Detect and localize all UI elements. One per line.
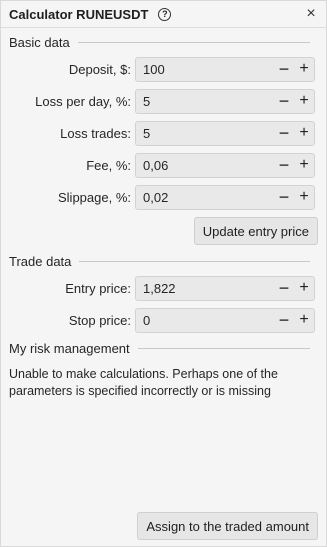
divider	[79, 260, 310, 262]
minus-icon[interactable]: −	[274, 186, 294, 209]
minus-icon[interactable]: −	[274, 90, 294, 113]
loss-trades-input[interactable]: 5	[136, 126, 274, 141]
section-title: Trade data	[9, 253, 72, 269]
section-title: Basic data	[9, 34, 70, 50]
field-label: Loss per day, %:	[35, 93, 131, 109]
entry-price-stepper[interactable]: 1,822 − +	[135, 275, 315, 301]
assign-button-row: Assign to the traded amount	[137, 512, 318, 540]
plus-icon[interactable]: +	[294, 186, 314, 209]
field-row-fee: Fee, %: 0,06 − +	[1, 149, 326, 181]
fee-input[interactable]: 0,06	[136, 158, 274, 173]
divider	[77, 41, 310, 43]
calculator-panel: Calculator RUNEUSDT ? × Basic data Depos…	[0, 0, 327, 547]
field-label: Slippage, %:	[58, 189, 131, 205]
section-risk-management: My risk management	[1, 337, 326, 359]
minus-icon[interactable]: −	[274, 58, 294, 81]
minus-icon[interactable]: −	[274, 309, 294, 332]
minus-icon[interactable]: −	[274, 277, 294, 300]
panel-title: Calculator RUNEUSDT	[9, 6, 149, 22]
divider	[137, 347, 310, 349]
close-icon[interactable]: ×	[304, 5, 318, 23]
update-button-row: Update entry price	[1, 217, 326, 246]
section-title: My risk management	[9, 340, 130, 356]
update-entry-price-button[interactable]: Update entry price	[193, 217, 318, 245]
slippage-input[interactable]: 0,02	[136, 190, 274, 205]
deposit-stepper[interactable]: 100 − +	[135, 56, 315, 82]
plus-icon[interactable]: +	[294, 58, 314, 81]
field-label: Deposit, $:	[68, 61, 131, 77]
field-label: Entry price:	[65, 280, 131, 296]
error-message: Unable to make calculations. Perhaps one…	[9, 367, 278, 398]
loss-trades-stepper[interactable]: 5 − +	[135, 120, 315, 146]
plus-icon[interactable]: +	[294, 309, 314, 332]
section-trade-data: Trade data	[1, 250, 326, 272]
loss-per-day-stepper[interactable]: 5 − +	[135, 88, 315, 114]
field-row-slippage: Slippage, %: 0,02 − +	[1, 181, 326, 213]
fee-stepper[interactable]: 0,06 − +	[135, 152, 315, 178]
field-label: Loss trades:	[60, 125, 131, 141]
slippage-stepper[interactable]: 0,02 − +	[135, 184, 315, 210]
field-row-deposit: Deposit, $: 100 − +	[1, 53, 326, 85]
stop-price-input[interactable]: 0	[136, 313, 274, 328]
minus-icon[interactable]: −	[274, 122, 294, 145]
help-icon[interactable]: ?	[158, 7, 172, 21]
section-basic-data: Basic data	[1, 31, 326, 53]
field-row-stop-price: Stop price: 0 − +	[1, 304, 326, 336]
plus-icon[interactable]: +	[294, 122, 314, 145]
assign-traded-amount-button[interactable]: Assign to the traded amount	[137, 512, 318, 540]
panel-header: Calculator RUNEUSDT ? ×	[1, 1, 326, 28]
plus-icon[interactable]: +	[294, 90, 314, 113]
stop-price-stepper[interactable]: 0 − +	[135, 307, 315, 333]
field-label: Fee, %:	[86, 157, 131, 173]
field-row-loss-trades: Loss trades: 5 − +	[1, 117, 326, 149]
loss-per-day-input[interactable]: 5	[136, 94, 274, 109]
field-row-loss-per-day: Loss per day, %: 5 − +	[1, 85, 326, 117]
field-label: Stop price:	[68, 312, 131, 328]
entry-price-input[interactable]: 1,822	[136, 281, 274, 296]
deposit-input[interactable]: 100	[136, 62, 274, 77]
plus-icon[interactable]: +	[294, 277, 314, 300]
plus-icon[interactable]: +	[294, 154, 314, 177]
minus-icon[interactable]: −	[274, 154, 294, 177]
field-row-entry-price: Entry price: 1,822 − +	[1, 272, 326, 304]
